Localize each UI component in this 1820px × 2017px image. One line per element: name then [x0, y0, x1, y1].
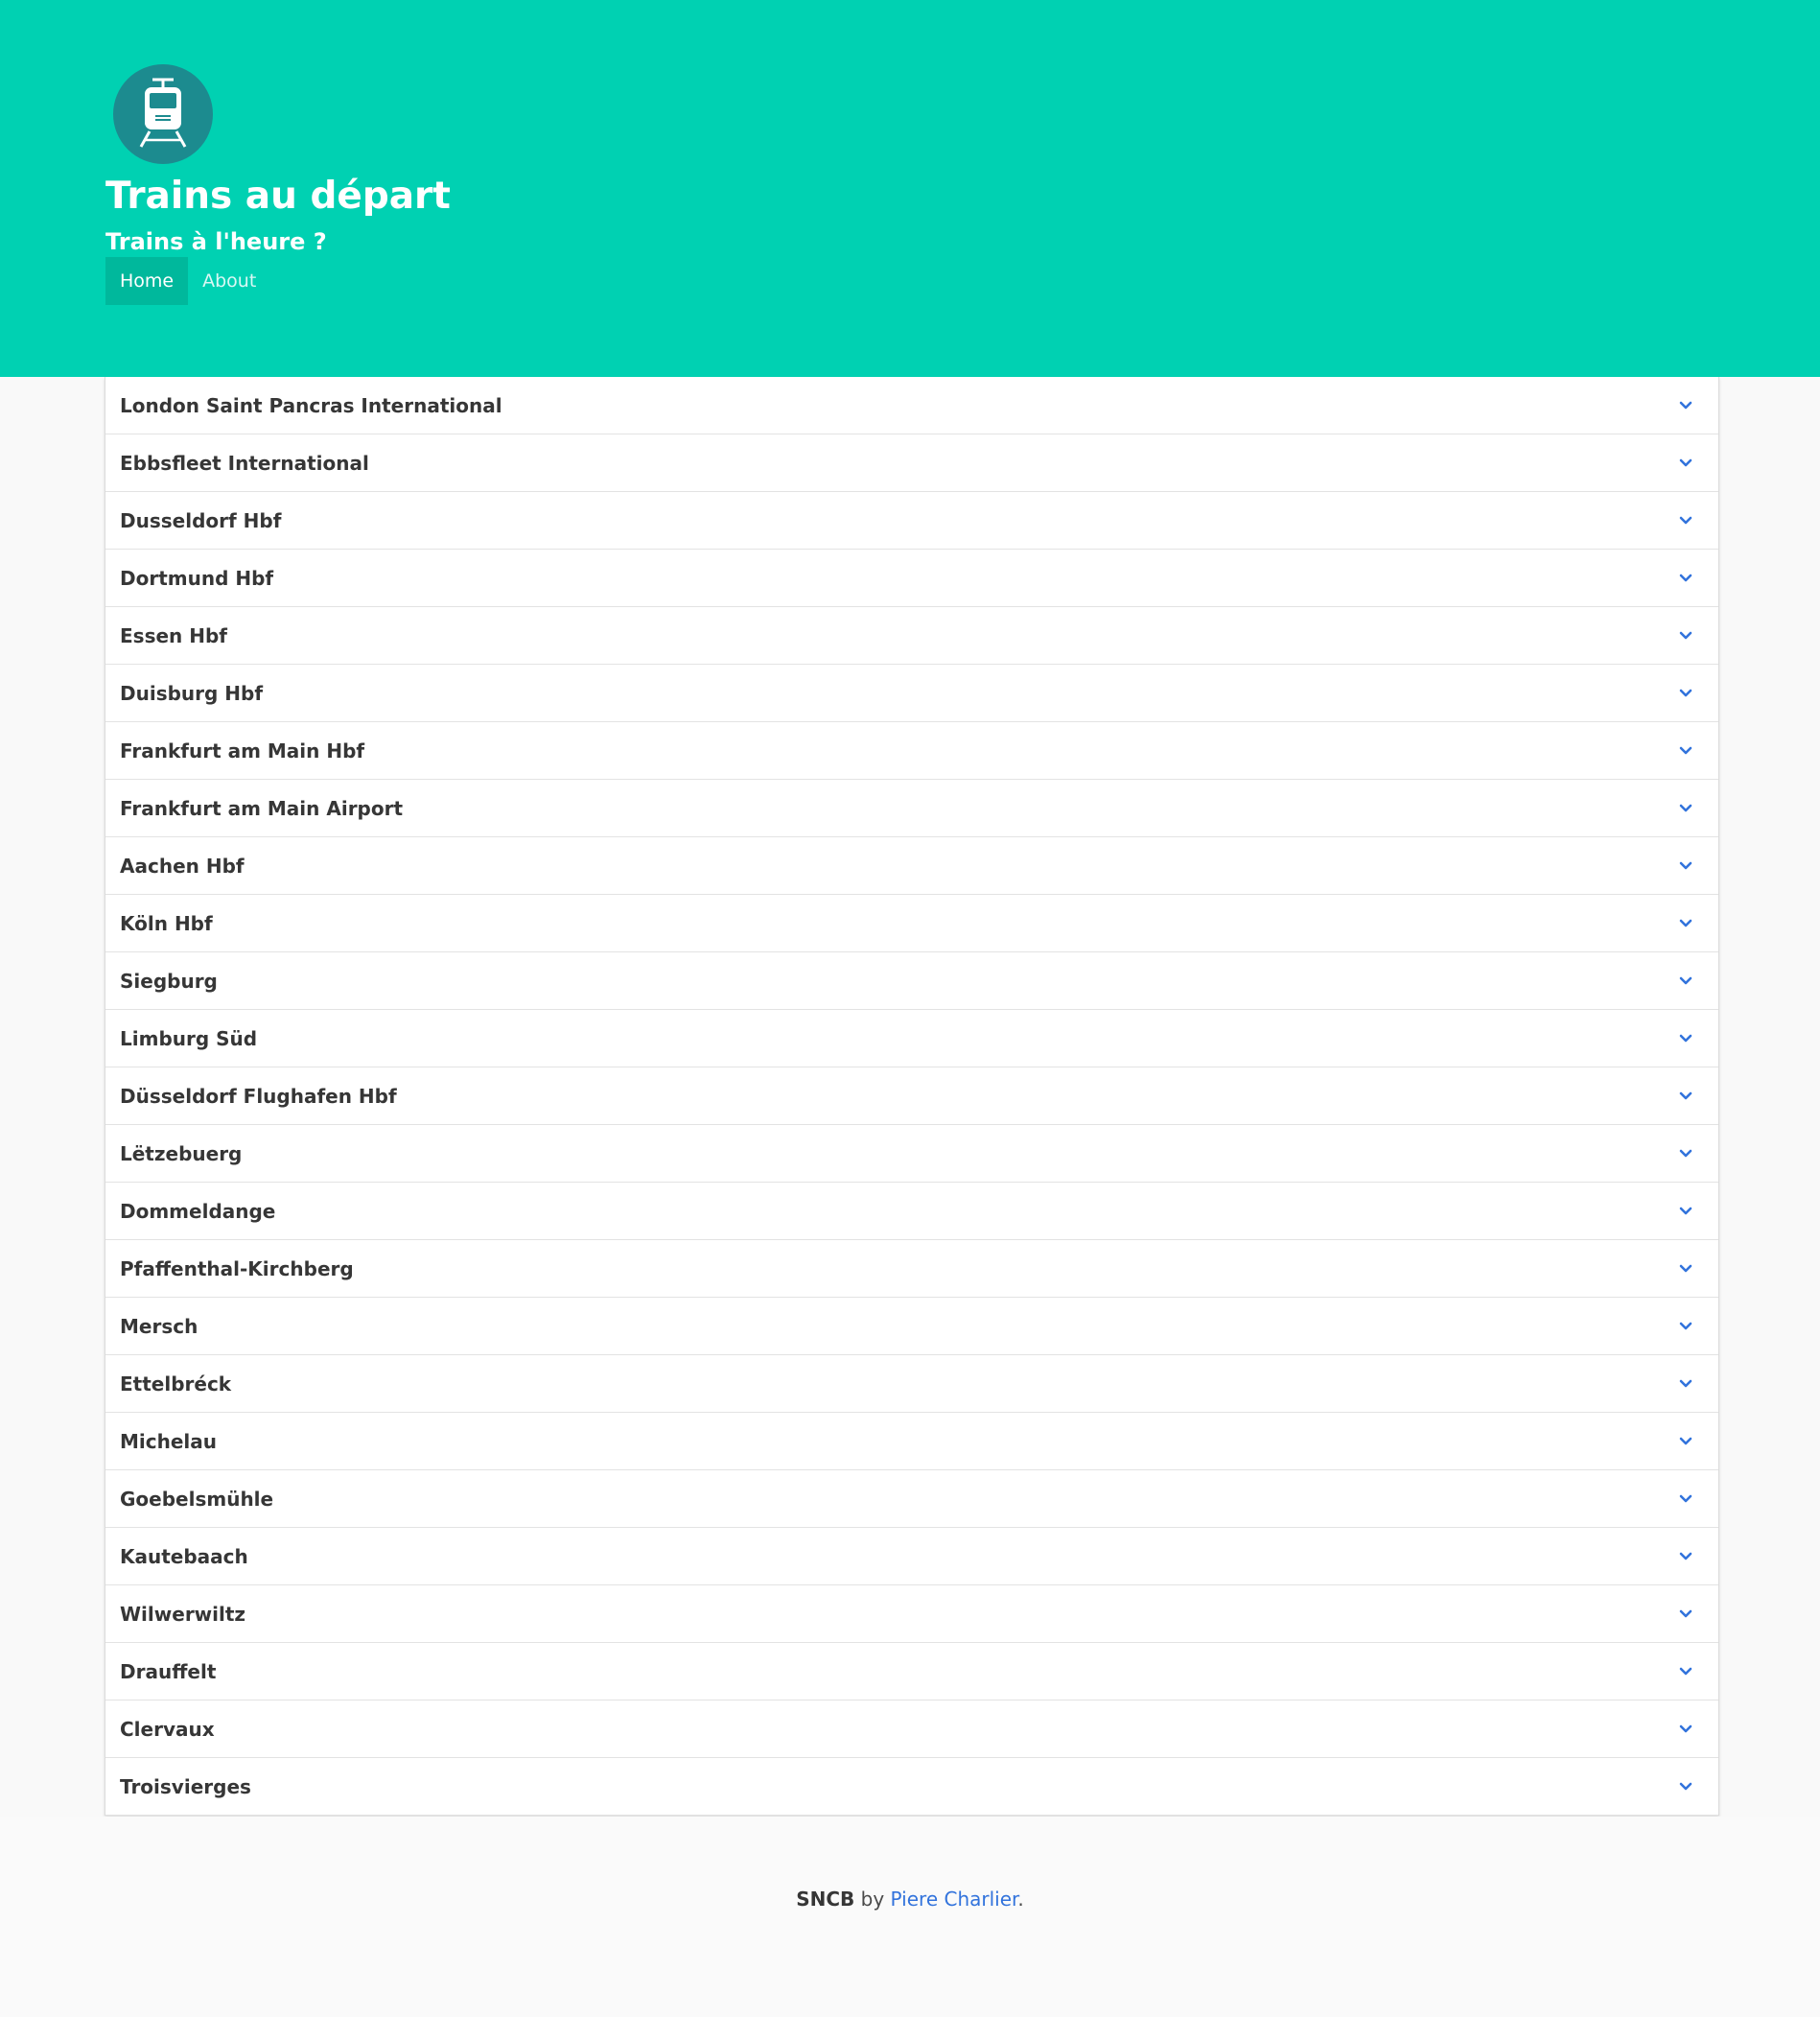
station-row[interactable]: Goebelsmühle: [105, 1470, 1718, 1528]
chevron-down-icon[interactable]: [1678, 398, 1693, 413]
chevron-down-icon[interactable]: [1678, 1779, 1693, 1794]
station-row[interactable]: Düsseldorf Flughafen Hbf: [105, 1067, 1718, 1125]
chevron-down-icon[interactable]: [1678, 1319, 1693, 1334]
station-row[interactable]: Troisvierges: [105, 1758, 1718, 1816]
station-row[interactable]: Pfaffenthal-Kirchberg: [105, 1240, 1718, 1298]
station-name: Kautebaach: [120, 1544, 248, 1568]
station-name: Ettelbréck: [120, 1372, 232, 1395]
station-name: Köln Hbf: [120, 911, 213, 935]
station-name: Aachen Hbf: [120, 854, 245, 878]
chevron-down-icon[interactable]: [1678, 1549, 1693, 1564]
station-row[interactable]: Aachen Hbf: [105, 837, 1718, 895]
chevron-down-icon[interactable]: [1678, 456, 1693, 471]
station-name: Frankfurt am Main Hbf: [120, 739, 365, 762]
station-row[interactable]: Duisburg Hbf: [105, 665, 1718, 722]
station-name: Lëtzebuerg: [120, 1141, 243, 1165]
station-name: London Saint Pancras International: [120, 393, 502, 417]
chevron-down-icon[interactable]: [1678, 571, 1693, 586]
page-title: Trains au départ: [105, 175, 451, 218]
train-icon: [113, 64, 213, 164]
station-name: Drauffelt: [120, 1659, 217, 1683]
footer-by: by: [854, 1888, 891, 1911]
station-name: Düsseldorf Flughafen Hbf: [120, 1084, 397, 1108]
chevron-down-icon[interactable]: [1678, 743, 1693, 759]
chevron-down-icon[interactable]: [1678, 628, 1693, 644]
station-row[interactable]: Wilwerwiltz: [105, 1585, 1718, 1643]
station-name: Frankfurt am Main Airport: [120, 796, 404, 820]
chevron-down-icon[interactable]: [1678, 1664, 1693, 1679]
station-row[interactable]: Dusseldorf Hbf: [105, 492, 1718, 550]
station-row[interactable]: Essen Hbf: [105, 607, 1718, 665]
chevron-down-icon[interactable]: [1678, 1031, 1693, 1046]
station-row[interactable]: Dortmund Hbf: [105, 550, 1718, 607]
tab-home[interactable]: Home: [105, 257, 189, 305]
station-name: Siegburg: [120, 969, 218, 993]
footer-brand: SNCB: [796, 1888, 855, 1911]
page-subtitle: Trains à l'heure ?: [105, 228, 327, 255]
station-row[interactable]: Kautebaach: [105, 1528, 1718, 1585]
chevron-down-icon[interactable]: [1678, 973, 1693, 989]
station-row[interactable]: Frankfurt am Main Hbf: [105, 722, 1718, 780]
station-list: London Saint Pancras International Ebbsfl…: [105, 377, 1719, 1816]
footer-text: SNCB by Piere Charlier.: [0, 1888, 1820, 1911]
tab-about[interactable]: About: [188, 257, 270, 305]
station-row[interactable]: Dommeldange: [105, 1183, 1718, 1240]
station-name: Essen Hbf: [120, 623, 227, 647]
chevron-down-icon[interactable]: [1678, 1204, 1693, 1219]
station-name: Dusseldorf Hbf: [120, 508, 282, 532]
station-name: Ebbsfleet International: [120, 451, 369, 475]
hero-header: Trains au départ Trains à l'heure ? Home…: [0, 0, 1820, 377]
station-name: Dortmund Hbf: [120, 566, 274, 590]
nav-tabs: Home About: [105, 257, 270, 305]
chevron-down-icon[interactable]: [1678, 1722, 1693, 1737]
station-row[interactable]: Ebbsfleet International: [105, 434, 1718, 492]
station-name: Troisvierges: [120, 1774, 251, 1798]
station-row[interactable]: Drauffelt: [105, 1643, 1718, 1700]
station-row[interactable]: Clervaux: [105, 1700, 1718, 1758]
station-row[interactable]: London Saint Pancras International: [105, 377, 1718, 434]
chevron-down-icon[interactable]: [1678, 1261, 1693, 1277]
chevron-down-icon[interactable]: [1678, 1607, 1693, 1622]
footer-end: .: [1017, 1888, 1024, 1911]
station-name: Wilwerwiltz: [120, 1602, 246, 1626]
chevron-down-icon[interactable]: [1678, 858, 1693, 874]
station-row[interactable]: Köln Hbf: [105, 895, 1718, 952]
chevron-down-icon[interactable]: [1678, 801, 1693, 816]
station-row[interactable]: Limburg Süd: [105, 1010, 1718, 1067]
station-row[interactable]: Siegburg: [105, 952, 1718, 1010]
station-row[interactable]: Frankfurt am Main Airport: [105, 780, 1718, 837]
chevron-down-icon[interactable]: [1678, 1434, 1693, 1449]
chevron-down-icon[interactable]: [1678, 1491, 1693, 1507]
station-name: Michelau: [120, 1429, 218, 1453]
chevron-down-icon[interactable]: [1678, 1376, 1693, 1392]
station-row[interactable]: Mersch: [105, 1298, 1718, 1355]
footer: SNCB by Piere Charlier.: [0, 1817, 1820, 2017]
station-row[interactable]: Lëtzebuerg: [105, 1125, 1718, 1183]
chevron-down-icon[interactable]: [1678, 1146, 1693, 1161]
station-name: Pfaffenthal-Kirchberg: [120, 1256, 354, 1280]
chevron-down-icon[interactable]: [1678, 1089, 1693, 1104]
station-name: Dommeldange: [120, 1199, 276, 1223]
station-row[interactable]: Ettelbréck: [105, 1355, 1718, 1413]
chevron-down-icon[interactable]: [1678, 513, 1693, 528]
chevron-down-icon[interactable]: [1678, 916, 1693, 931]
chevron-down-icon[interactable]: [1678, 686, 1693, 701]
station-name: Mersch: [120, 1314, 198, 1338]
station-name: Clervaux: [120, 1717, 215, 1741]
station-name: Limburg Süd: [120, 1026, 258, 1050]
station-name: Duisburg Hbf: [120, 681, 264, 705]
author-link[interactable]: Piere Charlier: [891, 1888, 1018, 1911]
station-name: Goebelsmühle: [120, 1487, 274, 1511]
station-row[interactable]: Michelau: [105, 1413, 1718, 1470]
